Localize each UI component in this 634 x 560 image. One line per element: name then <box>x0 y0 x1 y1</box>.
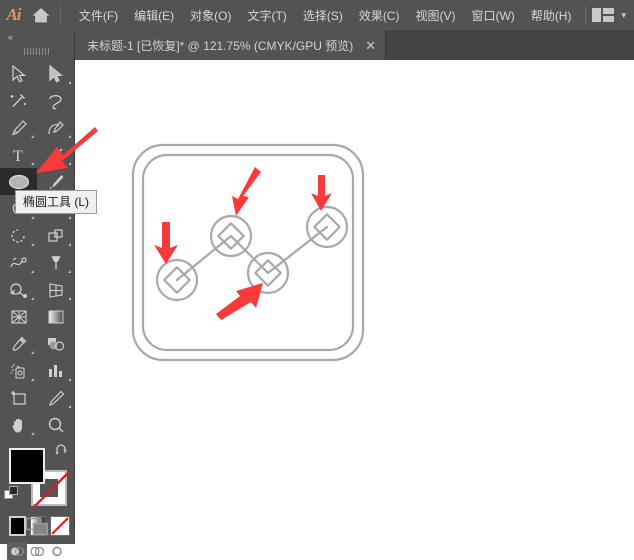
change-screen-mode-button[interactable] <box>0 514 74 538</box>
direct-selection-tool[interactable] <box>37 60 74 87</box>
curvature-tool[interactable] <box>37 114 74 141</box>
artwork-illustration <box>131 143 365 362</box>
tool-flyout-indicator <box>31 243 34 246</box>
workspace-layout-icon[interactable] <box>592 7 615 23</box>
perspective-grid-tool[interactable] <box>37 276 74 303</box>
menu-item-type[interactable]: 文字(T) <box>239 2 294 29</box>
lasso-tool[interactable] <box>37 87 74 114</box>
menu-item-window[interactable]: 窗口(W) <box>463 2 522 29</box>
tool-flyout-indicator <box>68 405 71 408</box>
width-tool[interactable] <box>0 249 37 276</box>
menu-divider <box>60 6 61 24</box>
illustrator-window: Ai 文件(F) 编辑(E) 对象(O) 文字(T) 选择(S) 效果(C) 视… <box>0 0 634 560</box>
tool-flyout-indicator <box>68 81 71 84</box>
blend-tool[interactable] <box>37 330 74 357</box>
tool-flyout-indicator <box>68 243 71 246</box>
menu-item-view[interactable]: 视图(V) <box>407 2 463 29</box>
tool-flyout-indicator <box>31 351 34 354</box>
slice-tool[interactable] <box>37 384 74 411</box>
rotate-tool[interactable] <box>0 222 37 249</box>
draw-behind-button[interactable] <box>27 542 47 560</box>
default-fill-stroke-icon[interactable] <box>4 486 19 506</box>
tool-flyout-indicator <box>68 378 71 381</box>
free-transform-tool[interactable] <box>37 249 74 276</box>
fill-color-swatch[interactable] <box>9 448 45 484</box>
selection-tool[interactable] <box>0 60 37 87</box>
draw-normal-button[interactable] <box>7 542 27 560</box>
fill-stroke-controls <box>0 444 74 512</box>
canvas-area[interactable] <box>75 60 634 544</box>
draw-inside-button[interactable] <box>47 542 67 560</box>
artboard-tool[interactable] <box>0 384 37 411</box>
document-tab[interactable]: 未标题-1 [已恢复]* @ 121.75% (CMYK/GPU 预览) ✕ <box>75 30 387 60</box>
tools-panel-header[interactable]: « <box>0 30 74 44</box>
swap-fill-stroke-icon[interactable] <box>54 444 70 463</box>
close-icon[interactable]: ✕ <box>365 39 376 52</box>
shape-builder-tool[interactable] <box>0 276 37 303</box>
tool-flyout-indicator <box>31 135 34 138</box>
tool-flyout-indicator <box>68 297 71 300</box>
tool-flyout-indicator <box>31 297 34 300</box>
menu-item-list: 文件(F) 编辑(E) 对象(O) 文字(T) 选择(S) 效果(C) 视图(V… <box>71 2 580 29</box>
menu-item-effect[interactable]: 效果(C) <box>351 2 408 29</box>
menu-item-object[interactable]: 对象(O) <box>182 2 239 29</box>
line-segment-tool[interactable] <box>37 141 74 168</box>
column-graph-tool[interactable] <box>37 357 74 384</box>
document-tab-label: 未标题-1 [已恢复]* @ 121.75% (CMYK/GPU 预览) <box>87 38 354 53</box>
mesh-tool[interactable] <box>0 303 37 330</box>
tools-panel: « T <box>0 30 75 560</box>
menu-item-file[interactable]: 文件(F) <box>71 2 126 29</box>
menu-item-help[interactable]: 帮助(H) <box>523 2 580 29</box>
symbol-sprayer-tool[interactable] <box>0 357 37 384</box>
tool-flyout-indicator <box>68 135 71 138</box>
gradient-tool[interactable] <box>37 303 74 330</box>
tool-flyout-indicator <box>31 270 34 273</box>
svg-text:T: T <box>13 148 23 164</box>
collapse-panel-icon[interactable]: « <box>8 32 13 42</box>
zoom-tool[interactable] <box>37 411 74 438</box>
menu-item-edit[interactable]: 编辑(E) <box>126 2 182 29</box>
type-tool[interactable]: T <box>0 141 37 168</box>
tool-flyout-indicator <box>68 162 71 165</box>
tool-flyout-indicator <box>68 216 71 219</box>
menu-bar: Ai 文件(F) 编辑(E) 对象(O) 文字(T) 选择(S) 效果(C) 视… <box>0 0 634 30</box>
tool-flyout-indicator <box>31 432 34 435</box>
panel-grip-icon[interactable] <box>0 44 74 58</box>
tool-flyout-indicator <box>31 216 34 219</box>
tool-grid: T <box>0 58 74 438</box>
hand-tool[interactable] <box>0 411 37 438</box>
scale-tool[interactable] <box>37 222 74 249</box>
chevron-down-icon[interactable]: ▾ <box>621 10 626 21</box>
tool-flyout-indicator <box>31 162 34 165</box>
tool-flyout-indicator <box>31 378 34 381</box>
pen-tool[interactable] <box>0 114 37 141</box>
tool-tooltip: 椭圆工具 (L) <box>15 190 98 214</box>
menu-item-select[interactable]: 选择(S) <box>295 2 351 29</box>
home-icon[interactable] <box>27 0 54 30</box>
workspace-divider <box>585 6 587 24</box>
magic-wand-tool[interactable] <box>0 87 37 114</box>
tool-flyout-indicator <box>68 270 71 273</box>
app-logo: Ai <box>6 5 21 24</box>
document-tab-bar: 未标题-1 [已恢复]* @ 121.75% (CMYK/GPU 预览) ✕ <box>75 30 634 60</box>
workspace-switcher[interactable]: ▾ <box>579 6 634 24</box>
ellipse-icon <box>8 174 29 189</box>
eyedropper-tool[interactable] <box>0 330 37 357</box>
draw-mode-row <box>0 542 74 560</box>
